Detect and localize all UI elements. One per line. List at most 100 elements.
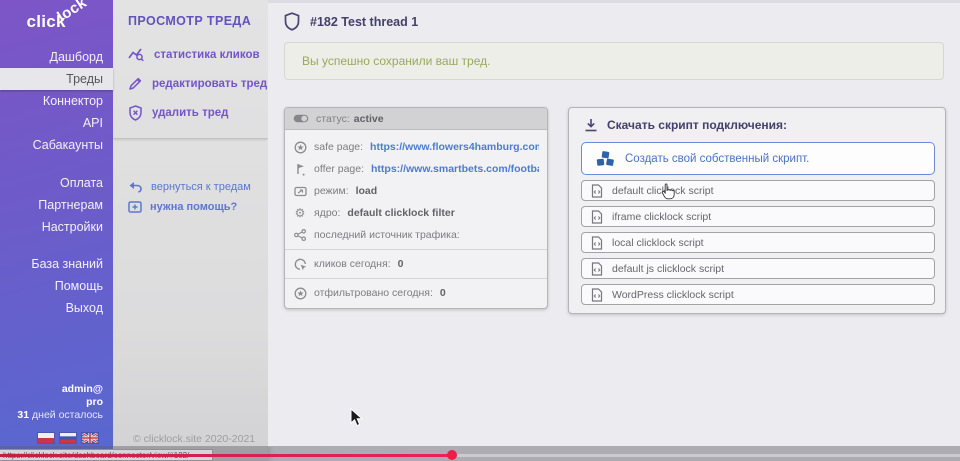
main-content: #182 Test thread 1 Вы успешно сохранили … [268,0,960,447]
sidebar: clicklock Дашборд Треды Коннектор API Са… [0,0,113,461]
shield-star-icon [294,287,307,300]
flag-pole-icon [295,163,306,176]
top-divider [268,0,960,3]
safe-page-link[interactable]: https://www.flowers4hamburg.com/ [370,141,539,153]
russia-flag-icon[interactable] [60,433,76,443]
file-code-icon [591,288,603,302]
thread-details-card: статус: active safe page: https://www.fl… [284,107,548,309]
row-label: ядро: [314,207,340,219]
status-label: статус: [316,113,350,125]
row-label: отфильтровано сегодня: [314,287,433,299]
clicklock-logo[interactable]: clicklock [0,0,113,42]
page-header: #182 Test thread 1 [284,12,418,31]
file-code-icon [591,184,603,198]
account-days-left: 31 дней осталось [17,409,103,422]
safe-page-row: safe page: https://www.flowers4hamburg.c… [293,136,539,158]
video-progress-handle[interactable] [447,450,457,460]
sidebar-item-subaccounts[interactable]: Сабакаунты [0,134,113,156]
shield-star-icon [294,141,307,154]
offer-page-link[interactable]: https://www.smartbets.com/football/tea..… [371,163,539,175]
delete-thread-action[interactable]: удалить тред [113,98,268,128]
download-icon [584,118,598,132]
iframe-clicklock-script-button[interactable]: iframe clicklock script [581,206,935,227]
row-label: safe page: [314,141,363,153]
row-label: последний источник трафика: [314,229,460,241]
card-divider [285,249,547,250]
row-label: режим: [314,185,349,197]
thread-status-header: статус: active [285,108,547,130]
share-icon [294,229,306,241]
click-statistics-action[interactable]: статистика кликов [113,40,268,69]
row-label: offer page: [314,163,364,175]
download-scripts-panel: Скачать скрипт подключения: Создать свой… [568,107,946,314]
copyright-text: © clicklock.site 2020-2021 [133,433,255,445]
mode-value: load [356,185,378,197]
script-button-label: default js clicklock script [612,263,724,275]
panel-header: Скачать скрипт подключения: [581,118,933,132]
video-progress-bar-remaining[interactable] [452,454,960,457]
plus-square-icon [128,201,142,213]
thread-view-submenu: ПРОСМОТР ТРЕДА статистика кликов редакти… [113,0,268,461]
sidebar-item-threads[interactable]: Треды [0,68,113,90]
cubes-icon [596,151,615,167]
shield-icon [284,12,300,31]
click-icon [294,258,307,271]
row-label: кликов сегодня: [314,258,391,270]
filtered-today-row: отфильтровано сегодня: 0 [293,282,539,304]
sidebar-item-settings[interactable]: Настройки [0,216,113,238]
file-code-icon [591,210,603,224]
filtered-today-value: 0 [440,287,446,299]
sidebar-item-partners[interactable]: Партнерам [0,194,113,216]
file-code-icon [591,236,603,250]
uk-flag-icon[interactable] [82,433,98,443]
success-alert: Вы успешно сохранили ваш тред. [284,42,944,80]
poland-flag-icon[interactable] [38,433,54,443]
clicks-today-row: кликов сегодня: 0 [293,253,539,275]
sub-link-label: нужна помощь? [150,201,237,213]
pencil-icon [128,76,143,91]
mode-row: режим: load [293,180,539,202]
script-button-label: local clicklock script [612,237,704,249]
gear-icon: ⚙ [295,207,306,219]
card-divider [285,278,547,279]
account-email: admin@ [17,383,103,396]
sub-action-label: удалить тред [152,107,228,119]
sidebar-item-knowledge-base[interactable]: База знаний [0,253,113,275]
need-help-link[interactable]: нужна помощь? [113,197,268,217]
days-left-number: 31 [17,409,29,421]
file-code-icon [591,262,603,276]
wordpress-clicklock-script-button[interactable]: WordPress clicklock script [581,284,935,305]
sidebar-item-payment[interactable]: Оплата [0,172,113,194]
script-button-label: default clicklock script [612,185,714,197]
account-plan: pro [17,396,103,409]
status-value: active [354,113,384,125]
sidebar-item-help[interactable]: Помощь [0,275,113,297]
account-info: admin@ pro 31 дней осталось [17,383,103,422]
sub-action-label: статистика кликов [154,49,260,61]
sub-action-label: редактировать тред [152,78,267,90]
page-title: #182 Test thread 1 [310,15,418,29]
days-left-text: дней осталось [29,409,103,421]
core-value: default clicklock filter [347,207,454,219]
sidebar-item-dashboard[interactable]: Дашборд [0,46,113,68]
video-progress-bar-filled[interactable] [0,454,452,457]
edit-thread-action[interactable]: редактировать тред [113,69,268,98]
script-button-label: WordPress clicklock script [612,289,734,301]
offer-page-row: offer page: https://www.smartbets.com/fo… [293,158,539,180]
shield-x-icon [128,105,143,121]
local-clicklock-script-button[interactable]: local clicklock script [581,232,935,253]
submenu-title: ПРОСМОТР ТРЕДА [113,0,268,28]
sidebar-item-logout[interactable]: Выход [0,297,113,319]
toggle-icon[interactable] [293,114,309,123]
sub-link-label: вернуться к тредам [151,181,251,193]
clicks-today-value: 0 [398,258,404,270]
create-custom-script-button[interactable]: Создать свой собственный скрипт. [581,142,935,175]
default-clicklock-script-button[interactable]: default clicklock script [581,180,935,201]
back-to-threads-link[interactable]: вернуться к тредам [113,177,268,197]
default-js-clicklock-script-button[interactable]: default js clicklock script [581,258,935,279]
sidebar-item-connector[interactable]: Коннектор [0,90,113,112]
window-redirect-icon [294,186,307,197]
sidebar-item-api[interactable]: API [0,112,113,134]
create-custom-script-label: Создать свой собственный скрипт. [625,153,809,165]
success-alert-message: Вы успешно сохранили ваш тред. [302,54,490,68]
